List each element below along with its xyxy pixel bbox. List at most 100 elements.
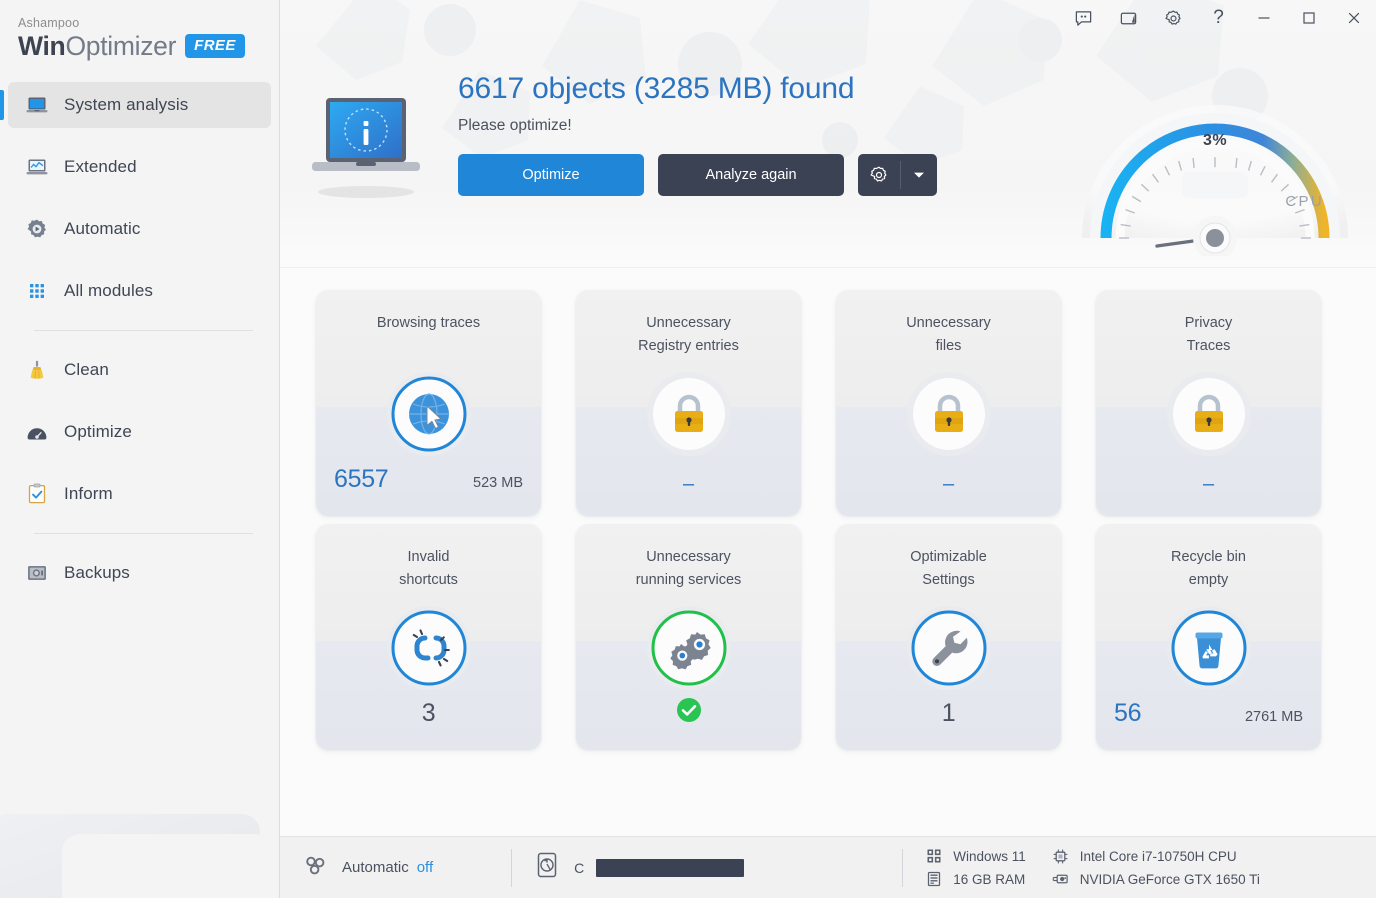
gear-icon[interactable] xyxy=(858,154,900,196)
sidebar-item-label: Extended xyxy=(64,157,137,176)
gears-icon xyxy=(643,602,735,694)
brand-product-bold: Win xyxy=(18,31,66,61)
tile-count: – xyxy=(682,473,695,495)
tile-count: 3 xyxy=(421,699,436,727)
edition-badge: FREE xyxy=(185,34,245,58)
tile-footer: – xyxy=(576,474,801,494)
tile-recycle-bin-empty[interactable]: Recycle bin empty 56 2761 MB xyxy=(1096,524,1321,749)
automatic-status[interactable]: Automatic off xyxy=(302,852,433,883)
minimize-icon[interactable] xyxy=(1241,0,1286,36)
maximize-icon[interactable] xyxy=(1286,0,1331,36)
sidebar-item-optimize[interactable]: Optimize xyxy=(8,409,271,455)
sidebar-divider xyxy=(34,330,253,331)
sidebar-item-extended[interactable]: Extended xyxy=(8,144,271,190)
system-info: Windows 11 16 GB RAM Intel Core i7-10750… xyxy=(925,848,1260,888)
rating-icon[interactable] xyxy=(1106,0,1151,36)
padlock-icon xyxy=(643,368,735,460)
tile-unnecessary-running-services[interactable]: Unnecessary running services xyxy=(576,524,801,749)
speedometer-icon xyxy=(24,419,50,445)
system-info-column-os: Windows 11 16 GB RAM xyxy=(925,848,1026,888)
tile-title: Invalid shortcuts xyxy=(399,549,458,588)
tile-title: Unnecessary files xyxy=(906,315,991,354)
grid-dots-icon xyxy=(24,278,50,304)
system-info-row: Windows 11 xyxy=(925,848,1026,865)
tile-count: 6557 xyxy=(334,465,389,493)
gear-play-icon xyxy=(24,216,50,242)
system-info-column-hardware: Intel Core i7-10750H CPU NVIDIA GeForce … xyxy=(1052,848,1260,888)
tile-title: Privacy Traces xyxy=(1184,315,1233,354)
ram-label: 16 GB RAM xyxy=(953,871,1026,887)
tile-count: 56 xyxy=(1114,699,1142,727)
tile-title: Optimizable Settings xyxy=(910,549,987,588)
tile-footer: 6557 523 MB xyxy=(316,465,541,494)
brand-product: WinOptimizer xyxy=(18,31,176,61)
gear-icon[interactable] xyxy=(1151,0,1196,36)
brand-vendor: Ashampoo xyxy=(18,16,80,30)
broken-link-icon xyxy=(383,602,475,694)
sidebar-item-inform[interactable]: Inform xyxy=(8,471,271,517)
gpu-icon xyxy=(1052,871,1069,888)
close-icon[interactable] xyxy=(1331,0,1376,36)
tile-browsing-traces[interactable]: Browsing traces 6557 523 MB xyxy=(316,290,541,515)
safe-icon xyxy=(24,560,50,586)
laptop-info-icon xyxy=(304,84,429,204)
tile-size: 523 MB xyxy=(473,475,523,491)
tile-invalid-shortcuts[interactable]: Invalid shortcuts 3 xyxy=(316,524,541,749)
optimize-button[interactable]: Optimize xyxy=(458,154,644,196)
status-divider xyxy=(511,848,513,887)
sidebar-divider xyxy=(34,533,253,534)
tile-footer: – xyxy=(836,474,1061,494)
title-bar: ? xyxy=(1061,0,1376,36)
sidebar-item-system-analysis[interactable]: System analysis xyxy=(0,82,271,128)
tile-unnecessary-registry-entries[interactable]: Unnecessary Registry entries – xyxy=(576,290,801,515)
page-subtitle: Please optimize! xyxy=(458,117,572,134)
windows-icon xyxy=(925,848,942,865)
cpu-label: Intel Core i7-10750H CPU xyxy=(1079,848,1237,864)
winoptimizer-window: Ashampoo WinOptimizer FREE System analys… xyxy=(0,0,1376,898)
sidebar-item-all-modules[interactable]: All modules xyxy=(8,268,271,314)
sidebar-item-clean[interactable]: Clean xyxy=(8,347,271,393)
ram-icon xyxy=(925,871,942,888)
tile-unnecessary-files[interactable]: Unnecessary files – xyxy=(836,290,1061,515)
help-icon[interactable]: ? xyxy=(1196,0,1241,36)
sidebar-item-backups[interactable]: Backups xyxy=(8,550,271,596)
system-info-row: NVIDIA GeForce GTX 1650 Ti xyxy=(1052,871,1260,888)
tile-privacy-traces[interactable]: Privacy Traces – xyxy=(1096,290,1321,515)
sidebar-item-label: Backups xyxy=(64,563,130,582)
automatic-icon xyxy=(302,852,328,883)
drive-letter: C xyxy=(574,859,585,876)
tile-footer: 3 xyxy=(316,699,541,728)
status-divider xyxy=(902,848,904,887)
analysis-header: 6617 objects (3285 MB) found Please opti… xyxy=(280,0,1376,268)
drive-usage[interactable]: C xyxy=(534,851,745,884)
tile-count: 1 xyxy=(941,699,956,727)
brand-product-light: Optimizer xyxy=(65,31,177,61)
status-bar: Automatic off C Windows 11 16 GB RAM Int… xyxy=(280,836,1376,898)
tile-footer xyxy=(576,697,801,728)
tile-footer: 56 2761 MB xyxy=(1096,699,1321,728)
feedback-icon[interactable] xyxy=(1061,0,1106,36)
globe-cursor-icon xyxy=(383,368,475,460)
padlock-icon xyxy=(1163,368,1255,460)
drive-usage-bar xyxy=(596,858,745,877)
chart-laptop-icon xyxy=(24,154,50,180)
chevron-down-icon[interactable] xyxy=(901,154,937,196)
os-label: Windows 11 xyxy=(953,848,1026,864)
tile-size: 2761 MB xyxy=(1244,709,1303,725)
sidebar-item-label: Optimize xyxy=(64,422,132,441)
tile-count: – xyxy=(1202,473,1215,495)
broom-icon xyxy=(24,357,50,383)
gauge-value: 3% xyxy=(1202,132,1228,149)
sidebar-item-label: Clean xyxy=(64,360,109,379)
wrench-icon xyxy=(903,602,995,694)
analyze-again-button[interactable]: Analyze again xyxy=(658,154,844,196)
sidebar-item-label: System analysis xyxy=(64,95,189,114)
sidebar-item-label: Automatic xyxy=(64,219,141,238)
analysis-tile-grid: Browsing traces 6557 523 MB Unnecessary … xyxy=(280,268,1376,836)
help-label: ? xyxy=(1213,7,1224,28)
recycle-bin-icon xyxy=(1163,602,1255,694)
sidebar-item-automatic[interactable]: Automatic xyxy=(8,206,271,252)
tile-optimizable-settings[interactable]: Optimizable Settings 1 xyxy=(836,524,1061,749)
system-info-row: 16 GB RAM xyxy=(925,871,1026,888)
tile-footer: – xyxy=(1096,474,1321,494)
